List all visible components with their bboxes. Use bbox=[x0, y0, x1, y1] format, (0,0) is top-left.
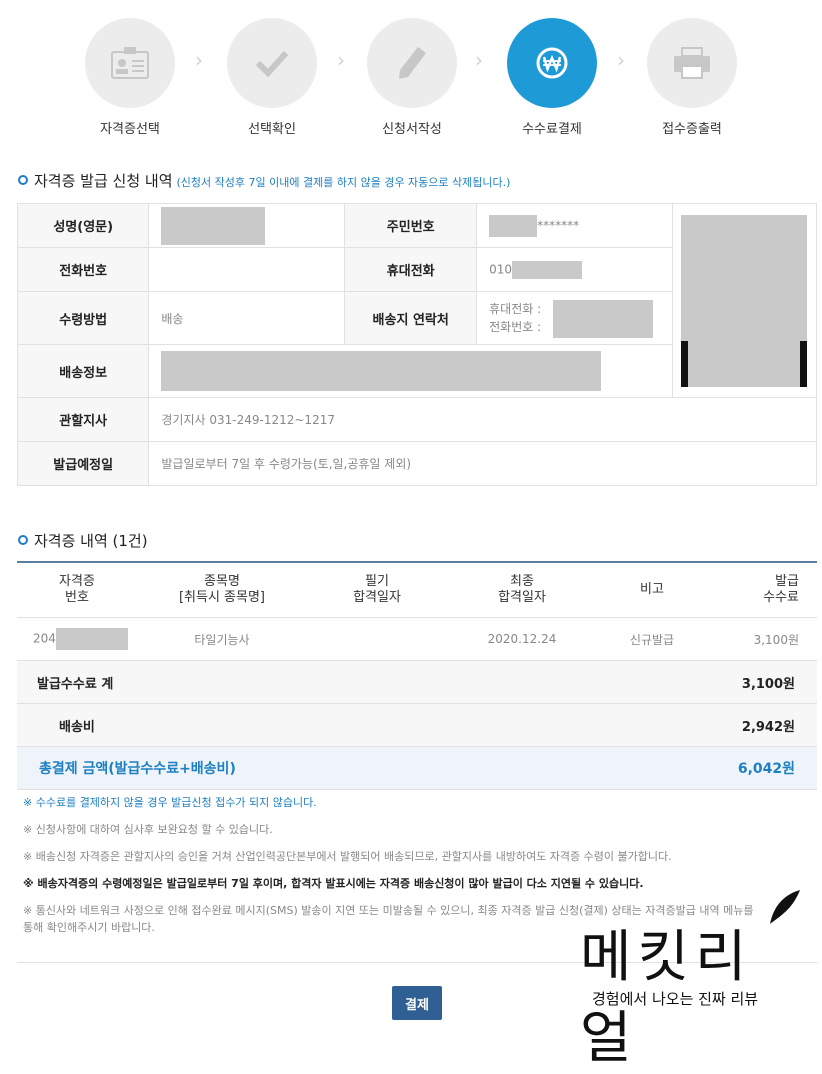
step-fee-payment: 수수료결제 bbox=[502, 18, 602, 137]
table-row: 발급예정일 발급일로부터 7일 후 수령가능(토,일,공휴일 제외) bbox=[16, 441, 817, 486]
issue-label: 발급예정일 bbox=[16, 441, 150, 486]
grand-total-label: 총결제 금액(발급수수료+배송비) bbox=[17, 746, 707, 790]
col-written-date: 필기 합격일자 bbox=[307, 562, 447, 618]
cert-written-date bbox=[307, 617, 447, 661]
step-circle bbox=[507, 18, 597, 108]
contact-label: 배송지 연락처 bbox=[344, 291, 478, 345]
col-remark: 비고 bbox=[597, 562, 707, 618]
name-label: 성명(영문) bbox=[16, 203, 150, 248]
col-cert-number: 자격증 번호 bbox=[17, 562, 137, 618]
mobile-value: 010 bbox=[476, 247, 673, 292]
receive-label: 수령방법 bbox=[16, 291, 150, 345]
notice-item: ※ 수수료를 결제하지 않을 경우 발급신청 접수가 되지 않습니다. bbox=[23, 796, 317, 809]
cert-number-prefix: 204 bbox=[33, 631, 56, 646]
step-circle bbox=[227, 18, 317, 108]
step-circle bbox=[367, 18, 457, 108]
application-section-title: 자격증 발급 신청 내역 (신청서 작성후 7일 이내에 결제를 하지 않을 경우… bbox=[18, 170, 510, 191]
shipping-value: 2,942원 bbox=[707, 703, 817, 747]
step-print-receipt: 접수증출력 bbox=[642, 18, 742, 137]
grand-total-row: 총결제 금액(발급수수료+배송비) 6,042원 bbox=[17, 746, 817, 790]
fee-total-row: 발급수수료 계 3,100원 bbox=[17, 660, 817, 704]
phone-label: 전화번호 bbox=[16, 247, 150, 292]
section-heading: 자격증 내역 (1건) bbox=[34, 532, 148, 550]
chevron-right-icon: › bbox=[337, 48, 345, 72]
contact-value: 휴대전화 : 전화번호 : bbox=[476, 291, 673, 345]
shipping-row: 배송비 2,942원 bbox=[17, 703, 817, 747]
rrn-suffix: ******* bbox=[537, 218, 580, 232]
auto-delete-note: (신청서 작성후 7일 이내에 결제를 하지 않을 경우 자동으로 삭제됩니다.… bbox=[176, 176, 511, 189]
name-value bbox=[148, 203, 346, 248]
check-icon bbox=[255, 50, 289, 78]
notice-item: ※ 배송자격증의 수령예정일은 발급일로부터 7일 후이며, 합격자 발표시에는… bbox=[23, 877, 644, 890]
step-label: 선택확인 bbox=[248, 122, 296, 137]
branch-label: 관할지사 bbox=[16, 397, 150, 442]
photo-redacted bbox=[681, 214, 808, 387]
watermark: 메킷리얼 경험에서 나오는 진짜 리뷰 bbox=[574, 890, 804, 1071]
won-icon bbox=[536, 47, 568, 79]
cert-subject: 타일기능사 bbox=[137, 617, 307, 661]
redacted-block bbox=[512, 260, 583, 279]
cert-table: 자격증 번호 종목명 [취득시 종목명] 필기 합격일자 최종 합격일자 비고 … bbox=[17, 561, 817, 790]
bullet-icon bbox=[18, 534, 28, 545]
shipping-label: 배송비 bbox=[17, 703, 707, 747]
delivery-label: 배송정보 bbox=[16, 344, 150, 398]
cert-section-title: 자격증 내역 (1건) bbox=[18, 530, 148, 551]
issue-value: 발급일로부터 7일 후 수령가능(토,일,공휴일 제외) bbox=[148, 441, 817, 486]
step-label: 자격증선택 bbox=[100, 122, 160, 137]
notice-item: ※ 배송신청 자격증은 관할지사의 승인을 거쳐 산업인력공단본부에서 발행되어… bbox=[23, 850, 672, 863]
step-confirm: 선택확인 bbox=[222, 18, 322, 137]
fee-total-value: 3,100원 bbox=[707, 660, 817, 704]
notice-item: ※ 신청사항에 대하여 심사후 보완요청 할 수 있습니다. bbox=[23, 823, 273, 836]
fee-total-label: 발급수수료 계 bbox=[17, 660, 707, 704]
step-select-cert: 자격증선택 bbox=[80, 18, 180, 137]
table-row: 관할지사 경기지사 031-249-1212~1217 bbox=[16, 397, 817, 442]
redacted-block bbox=[553, 300, 654, 338]
pencil-icon bbox=[399, 47, 426, 79]
mobile-prefix: 010 bbox=[489, 262, 513, 276]
pay-button[interactable]: 결제 bbox=[392, 986, 442, 1020]
chevron-right-icon: › bbox=[475, 48, 483, 72]
redacted-block bbox=[161, 206, 266, 245]
mobile-label: 휴대전화 bbox=[344, 247, 478, 292]
redacted-block bbox=[55, 628, 128, 650]
table-row: 204 타일기능사 2020.12.24 신규발급 3,100원 bbox=[17, 617, 817, 661]
id-card-icon bbox=[111, 47, 149, 79]
application-info-table: 성명(영문) 주민번호 ******* 전화번호 휴대전화 010 수령방법 배… bbox=[16, 203, 818, 486]
table-header-row: 자격증 번호 종목명 [취득시 종목명] 필기 합격일자 최종 합격일자 비고 … bbox=[17, 562, 817, 618]
section-heading: 자격증 발급 신청 내역 bbox=[34, 172, 173, 190]
step-circle bbox=[85, 18, 175, 108]
col-subject: 종목명 [취득시 종목명] bbox=[137, 562, 307, 618]
printer-icon bbox=[674, 47, 710, 79]
chevron-right-icon: › bbox=[617, 48, 625, 72]
step-label: 접수증출력 bbox=[662, 122, 722, 137]
rrn-value: ******* bbox=[476, 203, 673, 248]
progress-stepper: 자격증선택 › 선택확인 › 신청서작성 › 수수료결제 › 접수증출력 bbox=[80, 18, 740, 138]
step-label: 수수료결제 bbox=[522, 122, 582, 137]
delivery-value bbox=[148, 344, 673, 398]
branch-value: 경기지사 031-249-1212~1217 bbox=[148, 397, 817, 442]
photo-cell bbox=[671, 203, 818, 398]
redacted-block bbox=[489, 214, 538, 237]
col-fee: 발급 수수료 bbox=[707, 562, 817, 618]
step-label: 신청서작성 bbox=[382, 122, 442, 137]
cert-number: 204 bbox=[17, 617, 137, 661]
phone-value bbox=[148, 247, 346, 292]
col-final-date: 최종 합격일자 bbox=[447, 562, 597, 618]
chevron-right-icon: › bbox=[195, 48, 203, 72]
cert-remark: 신규발급 bbox=[597, 617, 707, 661]
step-write-form: 신청서작성 bbox=[362, 18, 462, 137]
bullet-icon bbox=[18, 174, 28, 185]
rrn-label: 주민번호 bbox=[344, 203, 478, 248]
cert-final-date: 2020.12.24 bbox=[447, 617, 597, 661]
grand-total-value: 6,042원 bbox=[707, 746, 817, 790]
receive-value: 배송 bbox=[148, 291, 346, 345]
cert-fee: 3,100원 bbox=[707, 617, 817, 661]
table-row: 성명(영문) 주민번호 ******* bbox=[16, 203, 818, 398]
watermark-subtitle: 경험에서 나오는 진짜 리뷰 bbox=[592, 990, 759, 1008]
redacted-block bbox=[161, 351, 602, 391]
step-circle bbox=[647, 18, 737, 108]
